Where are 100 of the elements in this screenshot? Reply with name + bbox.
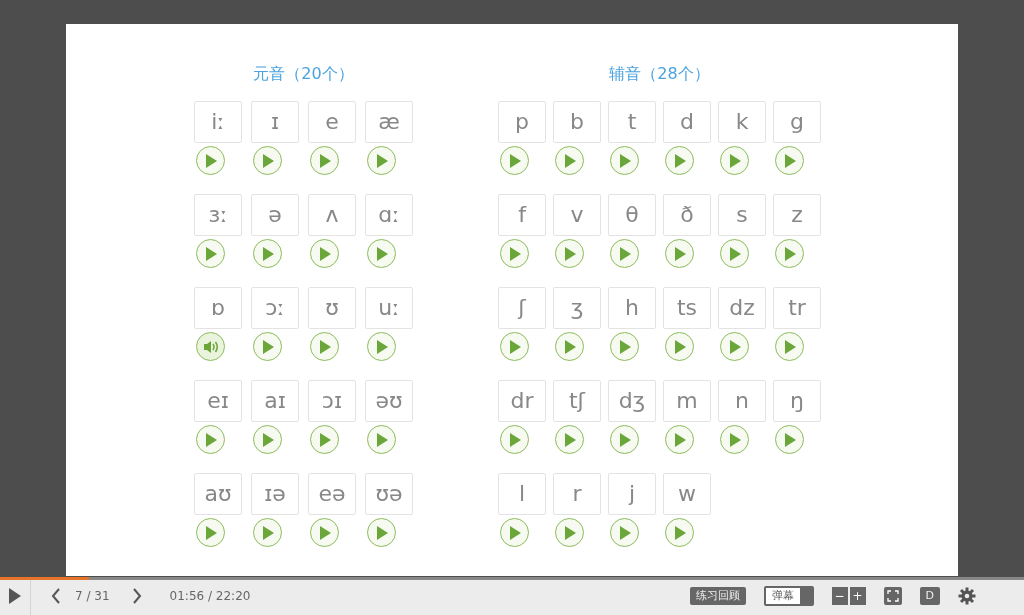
play-button[interactable] (310, 518, 339, 547)
phoneme-card: θ (608, 194, 656, 236)
section-title: 辅音（28个） (608, 63, 711, 85)
play-button[interactable] (310, 332, 339, 361)
play-button[interactable] (310, 146, 339, 175)
play-icon (672, 524, 687, 541)
play-button[interactable] (555, 332, 584, 361)
control-button[interactable]: D (919, 587, 940, 605)
play-button[interactable] (610, 239, 639, 268)
play-button[interactable] (775, 425, 804, 454)
play-button[interactable] (253, 146, 282, 175)
play-icon (617, 524, 632, 541)
play-button[interactable] (253, 332, 282, 361)
play-button[interactable] (367, 332, 396, 361)
play-icon (672, 152, 687, 169)
play-icon (562, 524, 577, 541)
phoneme-card: eɪ (194, 380, 242, 422)
play-icon (260, 338, 275, 355)
play-button[interactable] (665, 425, 694, 454)
phoneme-card: f (498, 194, 546, 236)
play-icon (562, 431, 577, 448)
phoneme-card: ŋ (773, 380, 821, 422)
play-button[interactable] (310, 239, 339, 268)
play-button[interactable] (665, 332, 694, 361)
phoneme-card: ɑː (365, 194, 413, 236)
phoneme-card: l (498, 473, 546, 515)
play-button[interactable] (720, 332, 749, 361)
fullscreen-button[interactable] (883, 587, 902, 605)
play-button[interactable] (775, 239, 804, 268)
play-button[interactable] (196, 425, 225, 454)
play-icon (260, 245, 275, 262)
play-icon (782, 152, 797, 169)
play-button[interactable] (253, 239, 282, 268)
play-button[interactable] (555, 146, 584, 175)
play-button[interactable] (775, 146, 804, 175)
play-button[interactable] (555, 239, 584, 268)
play-button[interactable] (610, 425, 639, 454)
phoneme-card: v (553, 194, 601, 236)
play-button[interactable] (775, 332, 804, 361)
play-icon (203, 245, 218, 262)
play-button[interactable] (500, 332, 529, 361)
phoneme-card: eə (308, 473, 356, 515)
next-button[interactable] (131, 588, 142, 604)
play-icon (317, 338, 332, 355)
play-button[interactable] (555, 518, 584, 547)
zoom-out-button[interactable]: − (831, 587, 848, 605)
phoneme-card: h (608, 287, 656, 329)
phoneme-card: t (608, 101, 656, 143)
phoneme-card: s (718, 194, 766, 236)
previous-button[interactable] (51, 588, 61, 604)
play-button[interactable] (500, 146, 529, 175)
settings-button[interactable] (958, 587, 976, 605)
phoneme-card: ʒ (553, 287, 601, 329)
control-button[interactable]: 练习回顾 (689, 587, 746, 605)
play-button[interactable] (196, 146, 225, 175)
play-icon (374, 431, 389, 448)
play-button[interactable] (665, 239, 694, 268)
play-button[interactable] (720, 239, 749, 268)
danmaku-toggle[interactable]: 弹幕 (763, 586, 814, 606)
play-button[interactable] (500, 239, 529, 268)
play-button[interactable] (253, 425, 282, 454)
play-button[interactable] (253, 518, 282, 547)
play-icon (507, 431, 522, 448)
play-icon (617, 338, 632, 355)
chevron-right-icon (131, 588, 142, 604)
play-button[interactable] (367, 239, 396, 268)
play-button[interactable] (610, 518, 639, 547)
playing-button[interactable] (196, 332, 225, 361)
phoneme-card: g (773, 101, 821, 143)
play-icon (727, 431, 742, 448)
play-button[interactable] (196, 239, 225, 268)
play-icon (782, 338, 797, 355)
play-icon (317, 245, 332, 262)
play-button[interactable] (500, 518, 529, 547)
play-button[interactable] (367, 518, 396, 547)
play-button[interactable] (310, 425, 339, 454)
play-icon (8, 587, 22, 605)
play-button[interactable] (8, 587, 22, 605)
play-button[interactable] (610, 146, 639, 175)
play-button[interactable] (665, 146, 694, 175)
play-icon (317, 524, 332, 541)
play-button[interactable] (555, 425, 584, 454)
zoom-in-button[interactable]: + (849, 587, 866, 605)
play-button[interactable] (665, 518, 694, 547)
play-button[interactable] (610, 332, 639, 361)
play-icon (203, 524, 218, 541)
play-button[interactable] (367, 146, 396, 175)
play-button[interactable] (367, 425, 396, 454)
play-button[interactable] (720, 425, 749, 454)
phoneme-card: tʃ (553, 380, 601, 422)
play-icon (203, 431, 218, 448)
play-button[interactable] (500, 425, 529, 454)
phoneme-card: aʊ (194, 473, 242, 515)
phoneme-card: ʌ (308, 194, 356, 236)
play-icon (507, 338, 522, 355)
play-button[interactable] (196, 518, 225, 547)
phoneme-card: uː (365, 287, 413, 329)
play-button[interactable] (720, 146, 749, 175)
phoneme-card: d (663, 101, 711, 143)
play-icon (374, 338, 389, 355)
